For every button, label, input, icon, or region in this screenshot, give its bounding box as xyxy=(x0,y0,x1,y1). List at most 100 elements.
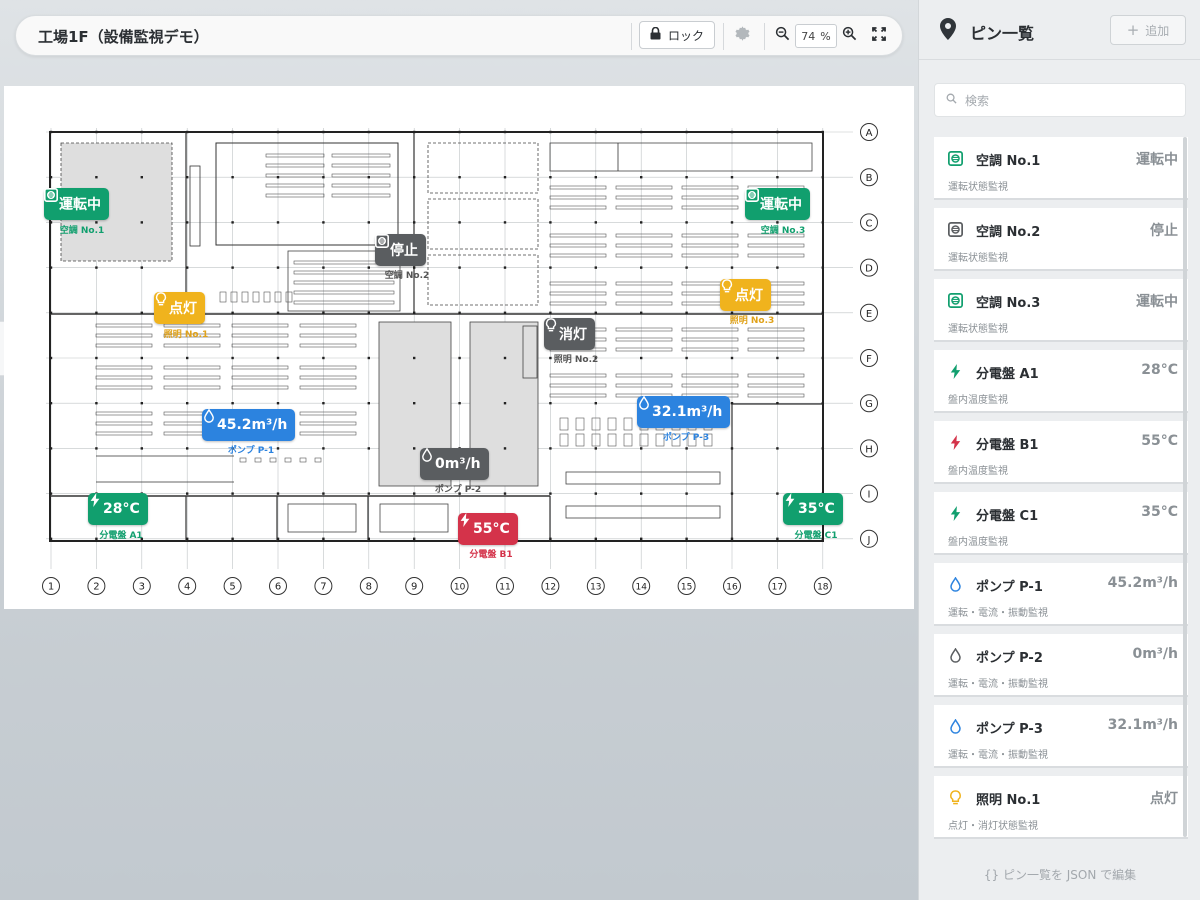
pin-description: 運転状態監視 xyxy=(948,253,1008,264)
grid-column-label: 15 xyxy=(677,577,696,595)
grid-row-label: E xyxy=(860,303,878,322)
floor-pin-value: 32.1m³/h xyxy=(652,404,723,420)
pin-list-item[interactable]: 空調 No.1 運転中 運転状態監視 xyxy=(934,137,1188,200)
zoom-in-icon xyxy=(842,26,857,45)
pin-list-item[interactable]: ポンプ P-2 0m³/h 運転・電流・振動監視 xyxy=(934,634,1188,697)
pin-description: 運転状態監視 xyxy=(948,182,1008,193)
grid-row-label-text: G xyxy=(865,399,873,410)
pin-description: 運転状態監視 xyxy=(948,324,1008,335)
lock-button[interactable]: ロック xyxy=(639,21,715,49)
lightning-icon xyxy=(947,505,963,521)
lightning-icon xyxy=(947,434,963,450)
pin-list-item[interactable]: 分電盤 A1 28°C 盤内温度監視 xyxy=(934,350,1188,413)
grid-column-label-text: 16 xyxy=(726,583,738,593)
grid-row-label: D xyxy=(860,258,878,277)
fullscreen-button[interactable] xyxy=(869,25,889,45)
search-placeholder: 検索 xyxy=(965,93,990,108)
grid-column-label: 2 xyxy=(87,577,106,595)
water-drop-icon xyxy=(947,718,963,734)
pin-description: 点灯・消灯状態監視 xyxy=(948,821,1038,832)
grid-row-label-text: E xyxy=(866,309,872,320)
floor-pin-ac1[interactable]: 運転中 xyxy=(44,188,109,220)
floor-pin-p3[interactable]: 32.1m³/h xyxy=(637,396,731,428)
grid-row-label: F xyxy=(860,349,878,367)
grid-column-label-text: 10 xyxy=(454,583,466,593)
panel-title: ピン一覧 xyxy=(970,24,1035,43)
floor-pin-label: ポンプ P-2 xyxy=(434,485,482,495)
floor-pin-a1[interactable]: 28°C xyxy=(88,493,148,525)
floor-pin-label: 分電盤 B1 xyxy=(469,550,513,560)
floor-pin-ac3[interactable]: 運転中 xyxy=(745,188,810,220)
pin-list-item[interactable]: 空調 No.3 運転中 運転状態監視 xyxy=(934,279,1188,342)
floor-pin-value: 停止 xyxy=(390,243,418,259)
map-pin-icon xyxy=(940,18,956,44)
grid-column-label-text: 4 xyxy=(184,582,190,593)
floor-pin-ac2[interactable]: 停止 xyxy=(375,234,426,266)
floor-pin-value: 運転中 xyxy=(59,197,101,213)
edit-json-link[interactable]: {} ピン一覧を JSON で編集 xyxy=(919,866,1200,883)
floor-plan: A B C D E F G H I J 1 2 3 4 5 6 7 8 9 10 11 12 13 14 15 16 17 18 運転… xyxy=(4,86,914,609)
floor-pin-value: 点灯 xyxy=(169,301,197,317)
pin-list-item[interactable]: 分電盤 B1 55°C 盤内温度監視 xyxy=(934,421,1188,484)
grid-row-label-text: B xyxy=(866,173,873,184)
ac-unit-icon xyxy=(947,150,963,166)
pin-list-item[interactable]: ポンプ P-3 32.1m³/h 運転・電流・振動監視 xyxy=(934,705,1188,768)
settings-button[interactable] xyxy=(732,25,752,45)
grid-column-label-text: 3 xyxy=(139,582,145,593)
pin-name: ポンプ P-2 xyxy=(976,651,1043,666)
map-toolbar: 工場1F（設備監視デモ） ロック 74 % xyxy=(15,15,903,56)
pin-list-item[interactable]: ポンプ P-1 45.2m³/h 運転・電流・振動監視 xyxy=(934,563,1188,626)
zoom-unit: % xyxy=(820,29,831,43)
pin-list-item[interactable]: 空調 No.2 停止運転状態監視 xyxy=(934,208,1188,271)
floor-pin-c1[interactable]: 35°C xyxy=(783,493,843,525)
pin-list-item[interactable]: 照明 No.1 点灯 点灯・消灯状態監視 xyxy=(934,776,1188,839)
floor-pin-b1[interactable]: 55°C xyxy=(458,513,518,545)
grid-row-label-text: J xyxy=(867,535,871,546)
edit-json-label: ピン一覧を JSON で編集 xyxy=(1002,868,1137,882)
braces-icon: {} xyxy=(983,868,1000,882)
grid-row-label: J xyxy=(860,529,878,548)
floor-pin-p1[interactable]: 45.2m³/h xyxy=(202,409,296,441)
zoom-in-button[interactable] xyxy=(839,25,859,45)
fullscreen-icon xyxy=(872,26,886,45)
floor-pin-label: 照明 No.2 xyxy=(553,355,599,365)
floor-pin-value: 0m³/h xyxy=(435,456,481,472)
floor-pin-label: 空調 No.2 xyxy=(384,271,430,281)
floor-pin-value: 28°C xyxy=(103,501,140,517)
pin-list-panel: ピン一覧 + 追加 検索 空調 No.1 運転中 運転状態監視 空調 No.2 停止 運転… xyxy=(918,0,1200,900)
floor-pin-value: 35°C xyxy=(798,501,835,517)
grid-column-label: 8 xyxy=(359,577,378,595)
floor-pin-label: 分電盤 C1 xyxy=(794,531,838,541)
pin-name: 空調 No.2 xyxy=(976,225,1041,240)
pin-value: 停止 xyxy=(1150,223,1178,239)
pin-value: 35°C xyxy=(1141,504,1178,520)
grid-column-label-text: 6 xyxy=(275,582,281,593)
grid-column-label: 11 xyxy=(496,577,514,595)
floor-pin-p2[interactable]: 0m³/h xyxy=(420,448,489,480)
grid-column-label: 12 xyxy=(541,577,560,595)
search-icon xyxy=(946,93,957,107)
add-pin-button[interactable]: + 追加 xyxy=(1110,15,1186,45)
pin-list-scrollbar[interactable] xyxy=(1183,137,1187,837)
zoom-out-button[interactable] xyxy=(772,25,792,45)
pin-list-item[interactable]: 分電盤 C1 35°C 盤内温度監視 xyxy=(934,492,1188,555)
floor-pin-l2[interactable]: 消灯 xyxy=(544,318,595,350)
pin-description: 盤内温度監視 xyxy=(948,395,1008,406)
floor-pin-value: 点灯 xyxy=(735,288,763,304)
grid-column-label: 6 xyxy=(269,577,287,595)
zoom-level-field[interactable]: 74 % xyxy=(795,24,837,48)
pin-description: 運転・電流・振動監視 xyxy=(948,608,1048,619)
floor-pin-l3[interactable]: 点灯 xyxy=(720,279,771,311)
floor-pin-label: 空調 No.1 xyxy=(59,226,105,236)
grid-column-label-text: 13 xyxy=(590,583,601,593)
floor-pin-l1[interactable]: 点灯 xyxy=(154,292,205,324)
pin-name: 分電盤 C1 xyxy=(976,509,1039,524)
pin-value: 運転中 xyxy=(1136,152,1178,168)
lightbulb-icon xyxy=(947,789,963,805)
zoom-level-value: 74 xyxy=(801,29,816,43)
grid-row-label: I xyxy=(860,484,878,503)
grid-column-label-text: 11 xyxy=(499,583,510,593)
grid-row-label-text: A xyxy=(866,128,873,139)
search-input[interactable]: 検索 xyxy=(934,83,1186,117)
pin-value: 運転中 xyxy=(1136,294,1178,310)
